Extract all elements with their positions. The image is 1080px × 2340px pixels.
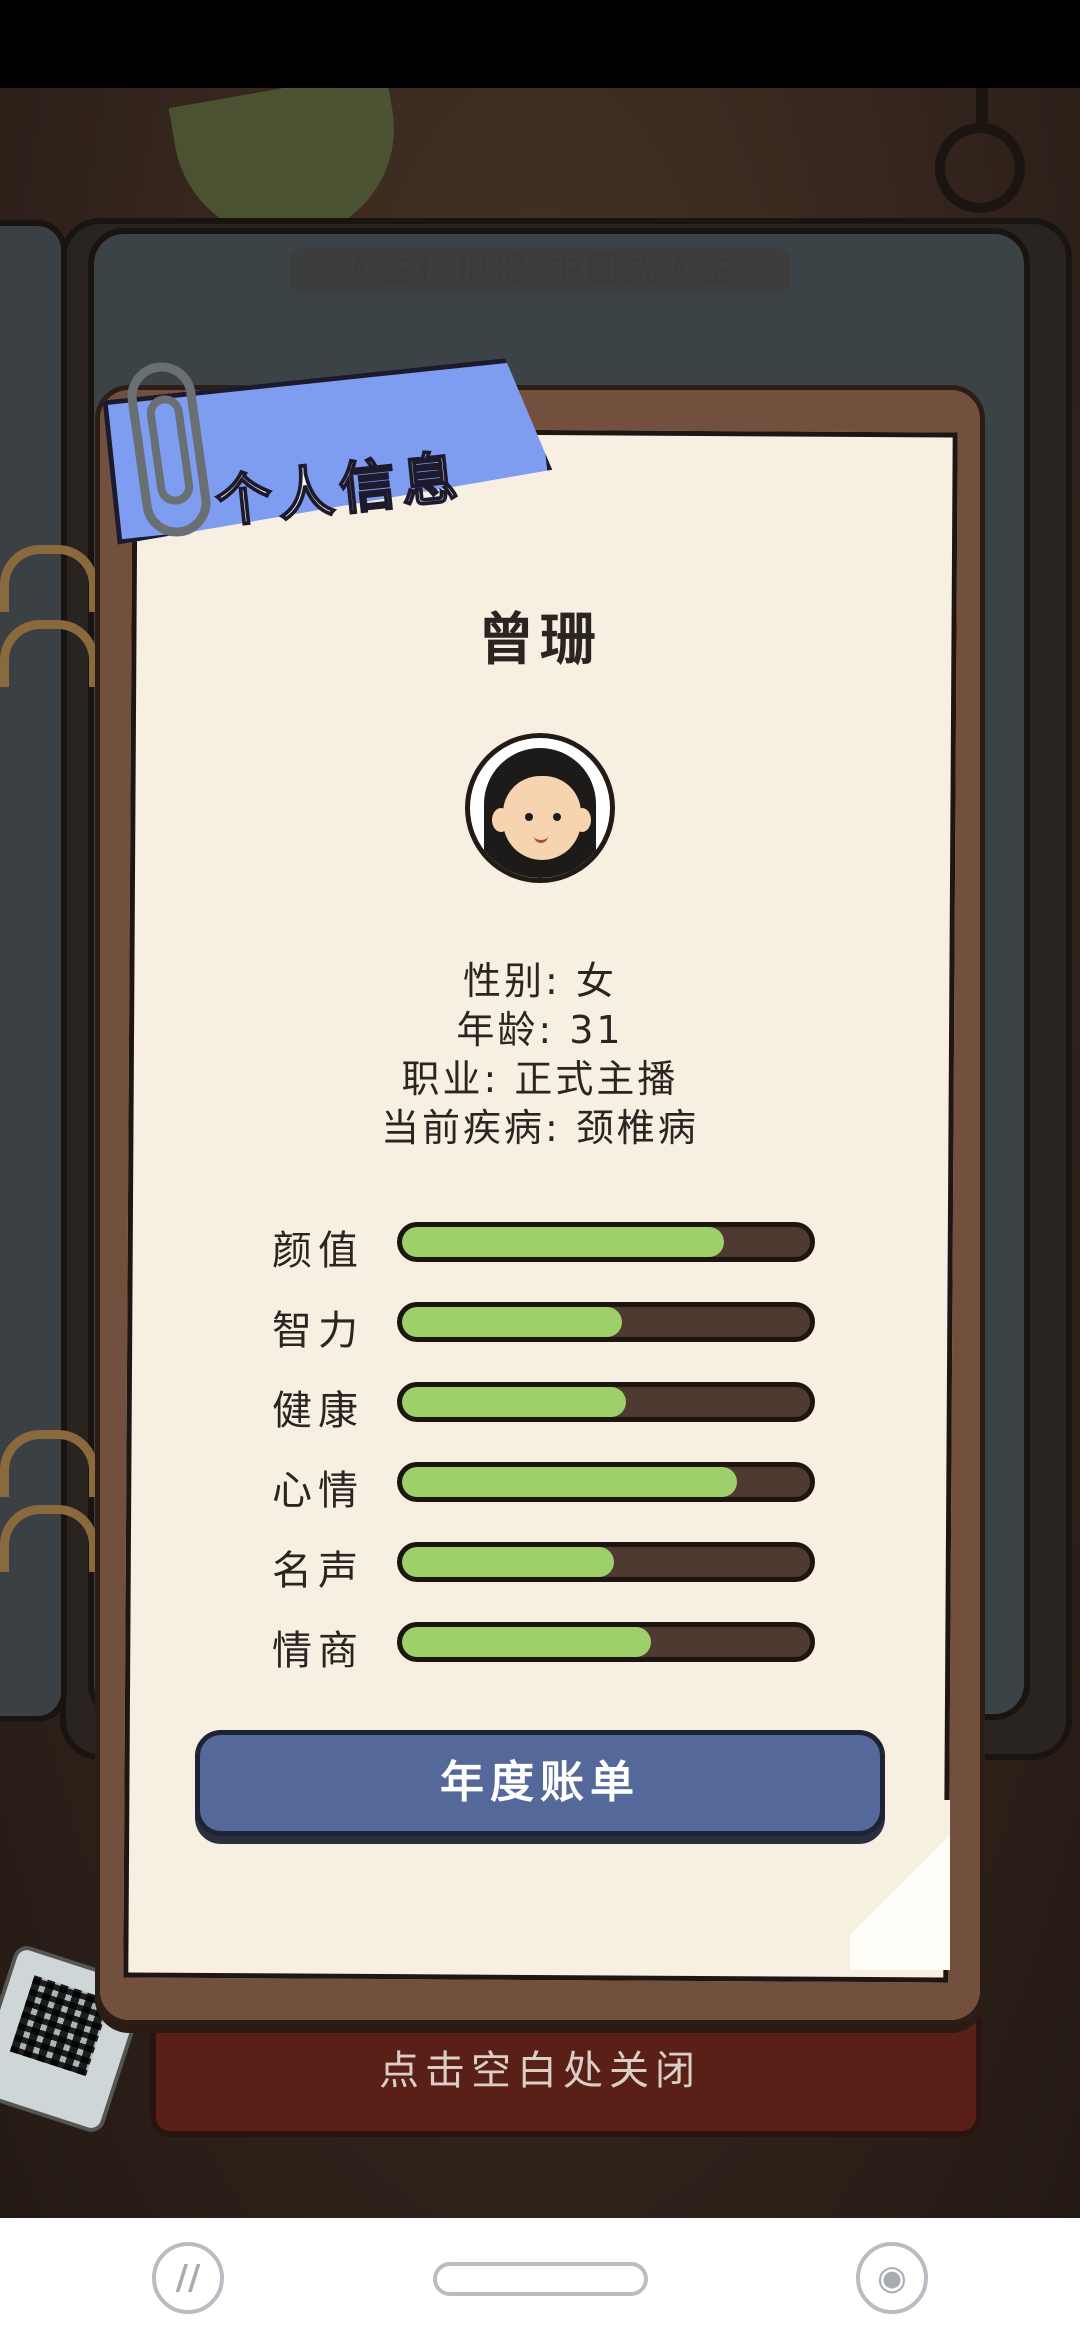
info-job: 职业: 正式主播 [401,1057,679,1101]
status-bar [0,0,1080,88]
stat-label: 情商 [272,1628,364,1674]
stat-bar-fill [402,1307,623,1337]
stat-label: 颜值 [272,1228,364,1274]
face [503,776,581,860]
stat-bar-fill [402,1467,737,1497]
stat-bar-fill [402,1627,651,1657]
stat-label: 健康 [272,1388,364,1434]
binder-ring-icon [0,1430,98,1497]
annual-bill-button[interactable]: 年度账单 [195,1730,885,1836]
stat-label: 智力 [272,1308,364,1354]
stat-bar [397,1222,815,1262]
home-pill-icon[interactable] [433,2262,648,2296]
eye [553,813,561,821]
hanger-ring-icon [935,123,1025,213]
stat-bar-fill [402,1227,725,1257]
stat-bar-fill [402,1547,615,1577]
stat-bar [397,1462,815,1502]
stat-bar-fill [402,1387,627,1417]
avatar [465,733,615,883]
character-name: 曾珊 [478,608,602,673]
stat-label: 名声 [272,1548,364,1594]
info-age: 年龄: 31 [456,1008,624,1052]
background-game-title: 人生模拟器:中国式人生 [290,248,790,292]
assistant-icon[interactable]: ◉ [856,2242,928,2314]
close-hint-text[interactable]: 点击空白处关闭 [0,2038,1080,2096]
stat-bar [397,1622,815,1662]
info-disease: 当前疾病: 颈椎病 [381,1106,699,1150]
stat-label: 心情 [272,1468,364,1514]
info-gender: 性别: 女 [463,959,617,1003]
hanger-stick [976,88,988,128]
stat-bar [397,1542,815,1582]
app-switch-icon[interactable]: // [152,2242,224,2314]
stat-bar [397,1382,815,1422]
stat-bar [397,1302,815,1342]
binder-ring-icon [0,1505,98,1572]
eye [525,813,533,821]
